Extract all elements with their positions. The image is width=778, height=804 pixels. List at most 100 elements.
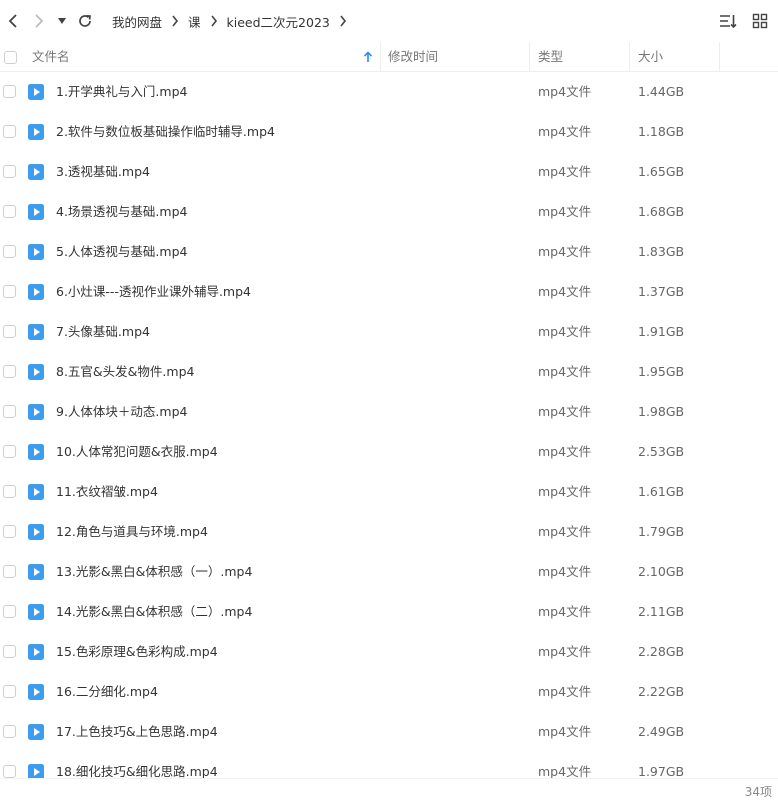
breadcrumb-item-root[interactable]: 我的网盘 bbox=[112, 12, 162, 31]
row-checkbox[interactable] bbox=[3, 685, 16, 698]
file-row[interactable]: 12.角色与道具与环境.mp4 mp4文件 1.79GB bbox=[0, 512, 778, 552]
file-row[interactable]: 5.人体透视与基础.mp4 mp4文件 1.83GB bbox=[0, 232, 778, 272]
row-checkbox[interactable] bbox=[3, 525, 16, 538]
row-checkbox[interactable] bbox=[3, 725, 16, 738]
video-file-icon bbox=[28, 684, 44, 700]
grid-view-icon bbox=[752, 13, 768, 29]
file-type: mp4文件 bbox=[538, 684, 592, 699]
refresh-icon bbox=[79, 14, 91, 27]
file-row[interactable]: 6.小灶课---透视作业课外辅导.mp4 mp4文件 1.37GB bbox=[0, 272, 778, 312]
file-size: 1.65GB bbox=[638, 164, 685, 179]
file-row[interactable]: 17.上色技巧&上色思路.mp4 mp4文件 2.49GB bbox=[0, 712, 778, 752]
file-row[interactable]: 13.光影&黑白&体积感（一）.mp4 mp4文件 2.10GB bbox=[0, 552, 778, 592]
breadcrumb-item-folder[interactable]: 课 bbox=[188, 12, 201, 31]
column-divider[interactable] bbox=[529, 42, 530, 72]
column-header-size[interactable]: 大小 bbox=[638, 42, 663, 72]
select-all-checkbox-cell[interactable] bbox=[0, 42, 20, 72]
file-row[interactable]: 18.细化技巧&细化思路.mp4 mp4文件 1.97GB bbox=[0, 752, 778, 778]
file-name[interactable]: 5.人体透视与基础.mp4 bbox=[56, 232, 187, 272]
file-type: mp4文件 bbox=[538, 444, 592, 459]
file-name[interactable]: 18.细化技巧&细化思路.mp4 bbox=[56, 752, 218, 778]
file-name[interactable]: 8.五官&头发&物件.mp4 bbox=[56, 352, 194, 392]
file-name[interactable]: 17.上色技巧&上色思路.mp4 bbox=[56, 712, 218, 752]
row-checkbox[interactable] bbox=[3, 365, 16, 378]
row-checkbox[interactable] bbox=[3, 205, 16, 218]
row-checkbox[interactable] bbox=[3, 325, 16, 338]
file-row[interactable]: 1.开学典礼与入门.mp4 mp4文件 1.44GB bbox=[0, 72, 778, 112]
row-checkbox[interactable] bbox=[3, 605, 16, 618]
column-divider[interactable] bbox=[380, 42, 381, 72]
back-button[interactable] bbox=[0, 0, 26, 42]
sort-list-icon bbox=[720, 15, 737, 29]
file-name[interactable]: 12.角色与道具与环境.mp4 bbox=[56, 512, 208, 552]
column-divider[interactable] bbox=[719, 42, 720, 72]
file-name[interactable]: 11.衣纹褶皱.mp4 bbox=[56, 472, 158, 512]
sort-button[interactable] bbox=[716, 9, 740, 33]
column-header-modified[interactable]: 修改时间 bbox=[388, 42, 438, 72]
file-name[interactable]: 14.光影&黑白&体积感（二）.mp4 bbox=[56, 592, 252, 632]
file-row[interactable]: 16.二分细化.mp4 mp4文件 2.22GB bbox=[0, 672, 778, 712]
file-name[interactable]: 13.光影&黑白&体积感（一）.mp4 bbox=[56, 552, 252, 592]
file-row[interactable]: 15.色彩原理&色彩构成.mp4 mp4文件 2.28GB bbox=[0, 632, 778, 672]
toolbar: 我的网盘 课 kieed二次元2023 bbox=[0, 0, 778, 42]
file-name[interactable]: 15.色彩原理&色彩构成.mp4 bbox=[56, 632, 218, 672]
file-row[interactable]: 4.场景透视与基础.mp4 mp4文件 1.68GB bbox=[0, 192, 778, 232]
file-name[interactable]: 10.人体常犯问题&衣服.mp4 bbox=[56, 432, 218, 472]
file-name[interactable]: 16.二分细化.mp4 bbox=[56, 672, 158, 712]
row-checkbox[interactable] bbox=[3, 285, 16, 298]
row-checkbox[interactable] bbox=[3, 765, 16, 778]
file-row[interactable]: 10.人体常犯问题&衣服.mp4 mp4文件 2.53GB bbox=[0, 432, 778, 472]
video-file-icon bbox=[28, 444, 44, 460]
row-checkbox[interactable] bbox=[3, 405, 16, 418]
file-row[interactable]: 3.透视基础.mp4 mp4文件 1.65GB bbox=[0, 152, 778, 192]
row-checkbox[interactable] bbox=[3, 245, 16, 258]
row-checkbox[interactable] bbox=[3, 565, 16, 578]
file-size: 2.11GB bbox=[638, 604, 685, 619]
chevron-right-icon[interactable] bbox=[339, 15, 347, 27]
refresh-button[interactable] bbox=[72, 0, 98, 42]
chevron-right-icon bbox=[210, 15, 218, 27]
file-name[interactable]: 3.透视基础.mp4 bbox=[56, 152, 150, 192]
forward-button[interactable] bbox=[26, 0, 52, 42]
row-checkbox[interactable] bbox=[3, 445, 16, 458]
row-checkbox[interactable] bbox=[3, 165, 16, 178]
row-checkbox[interactable] bbox=[3, 645, 16, 658]
row-checkbox[interactable] bbox=[3, 85, 16, 98]
video-file-icon bbox=[28, 644, 44, 660]
file-name[interactable]: 1.开学典礼与入门.mp4 bbox=[56, 72, 187, 112]
file-row[interactable]: 7.头像基础.mp4 mp4文件 1.91GB bbox=[0, 312, 778, 352]
column-divider[interactable] bbox=[629, 42, 630, 72]
file-row[interactable]: 14.光影&黑白&体积感（二）.mp4 mp4文件 2.11GB bbox=[0, 592, 778, 632]
history-dropdown-button[interactable] bbox=[52, 0, 72, 42]
file-type: mp4文件 bbox=[538, 484, 592, 499]
file-size: 1.79GB bbox=[638, 524, 685, 539]
column-header-name[interactable]: 文件名 bbox=[32, 42, 70, 72]
file-type: mp4文件 bbox=[538, 764, 592, 778]
file-size: 2.22GB bbox=[638, 684, 685, 699]
video-file-icon bbox=[28, 124, 44, 140]
item-count: 34项 bbox=[744, 785, 772, 799]
file-type: mp4文件 bbox=[538, 244, 592, 259]
file-size: 1.37GB bbox=[638, 284, 685, 299]
file-name[interactable]: 4.场景透视与基础.mp4 bbox=[56, 192, 187, 232]
file-type: mp4文件 bbox=[538, 564, 592, 579]
row-checkbox[interactable] bbox=[3, 125, 16, 138]
file-row[interactable]: 8.五官&头发&物件.mp4 mp4文件 1.95GB bbox=[0, 352, 778, 392]
file-name[interactable]: 2.软件与数位板基础操作临时辅导.mp4 bbox=[56, 112, 275, 152]
file-row[interactable]: 9.人体体块＋动态.mp4 mp4文件 1.98GB bbox=[0, 392, 778, 432]
file-size: 2.49GB bbox=[638, 724, 685, 739]
file-row[interactable]: 11.衣纹褶皱.mp4 mp4文件 1.61GB bbox=[0, 472, 778, 512]
sort-ascending-icon[interactable] bbox=[363, 42, 373, 72]
view-mode-button[interactable] bbox=[748, 9, 772, 33]
file-size: 2.53GB bbox=[638, 444, 685, 459]
select-all-checkbox[interactable] bbox=[3, 50, 17, 64]
breadcrumb-item-current[interactable]: kieed二次元2023 bbox=[227, 12, 330, 31]
column-header-type[interactable]: 类型 bbox=[538, 42, 563, 72]
row-checkbox[interactable] bbox=[3, 485, 16, 498]
video-file-icon bbox=[28, 404, 44, 420]
file-type: mp4文件 bbox=[538, 364, 592, 379]
file-name[interactable]: 9.人体体块＋动态.mp4 bbox=[56, 392, 187, 432]
file-name[interactable]: 6.小灶课---透视作业课外辅导.mp4 bbox=[56, 272, 251, 312]
file-row[interactable]: 2.软件与数位板基础操作临时辅导.mp4 mp4文件 1.18GB bbox=[0, 112, 778, 152]
file-name[interactable]: 7.头像基础.mp4 bbox=[56, 312, 150, 352]
